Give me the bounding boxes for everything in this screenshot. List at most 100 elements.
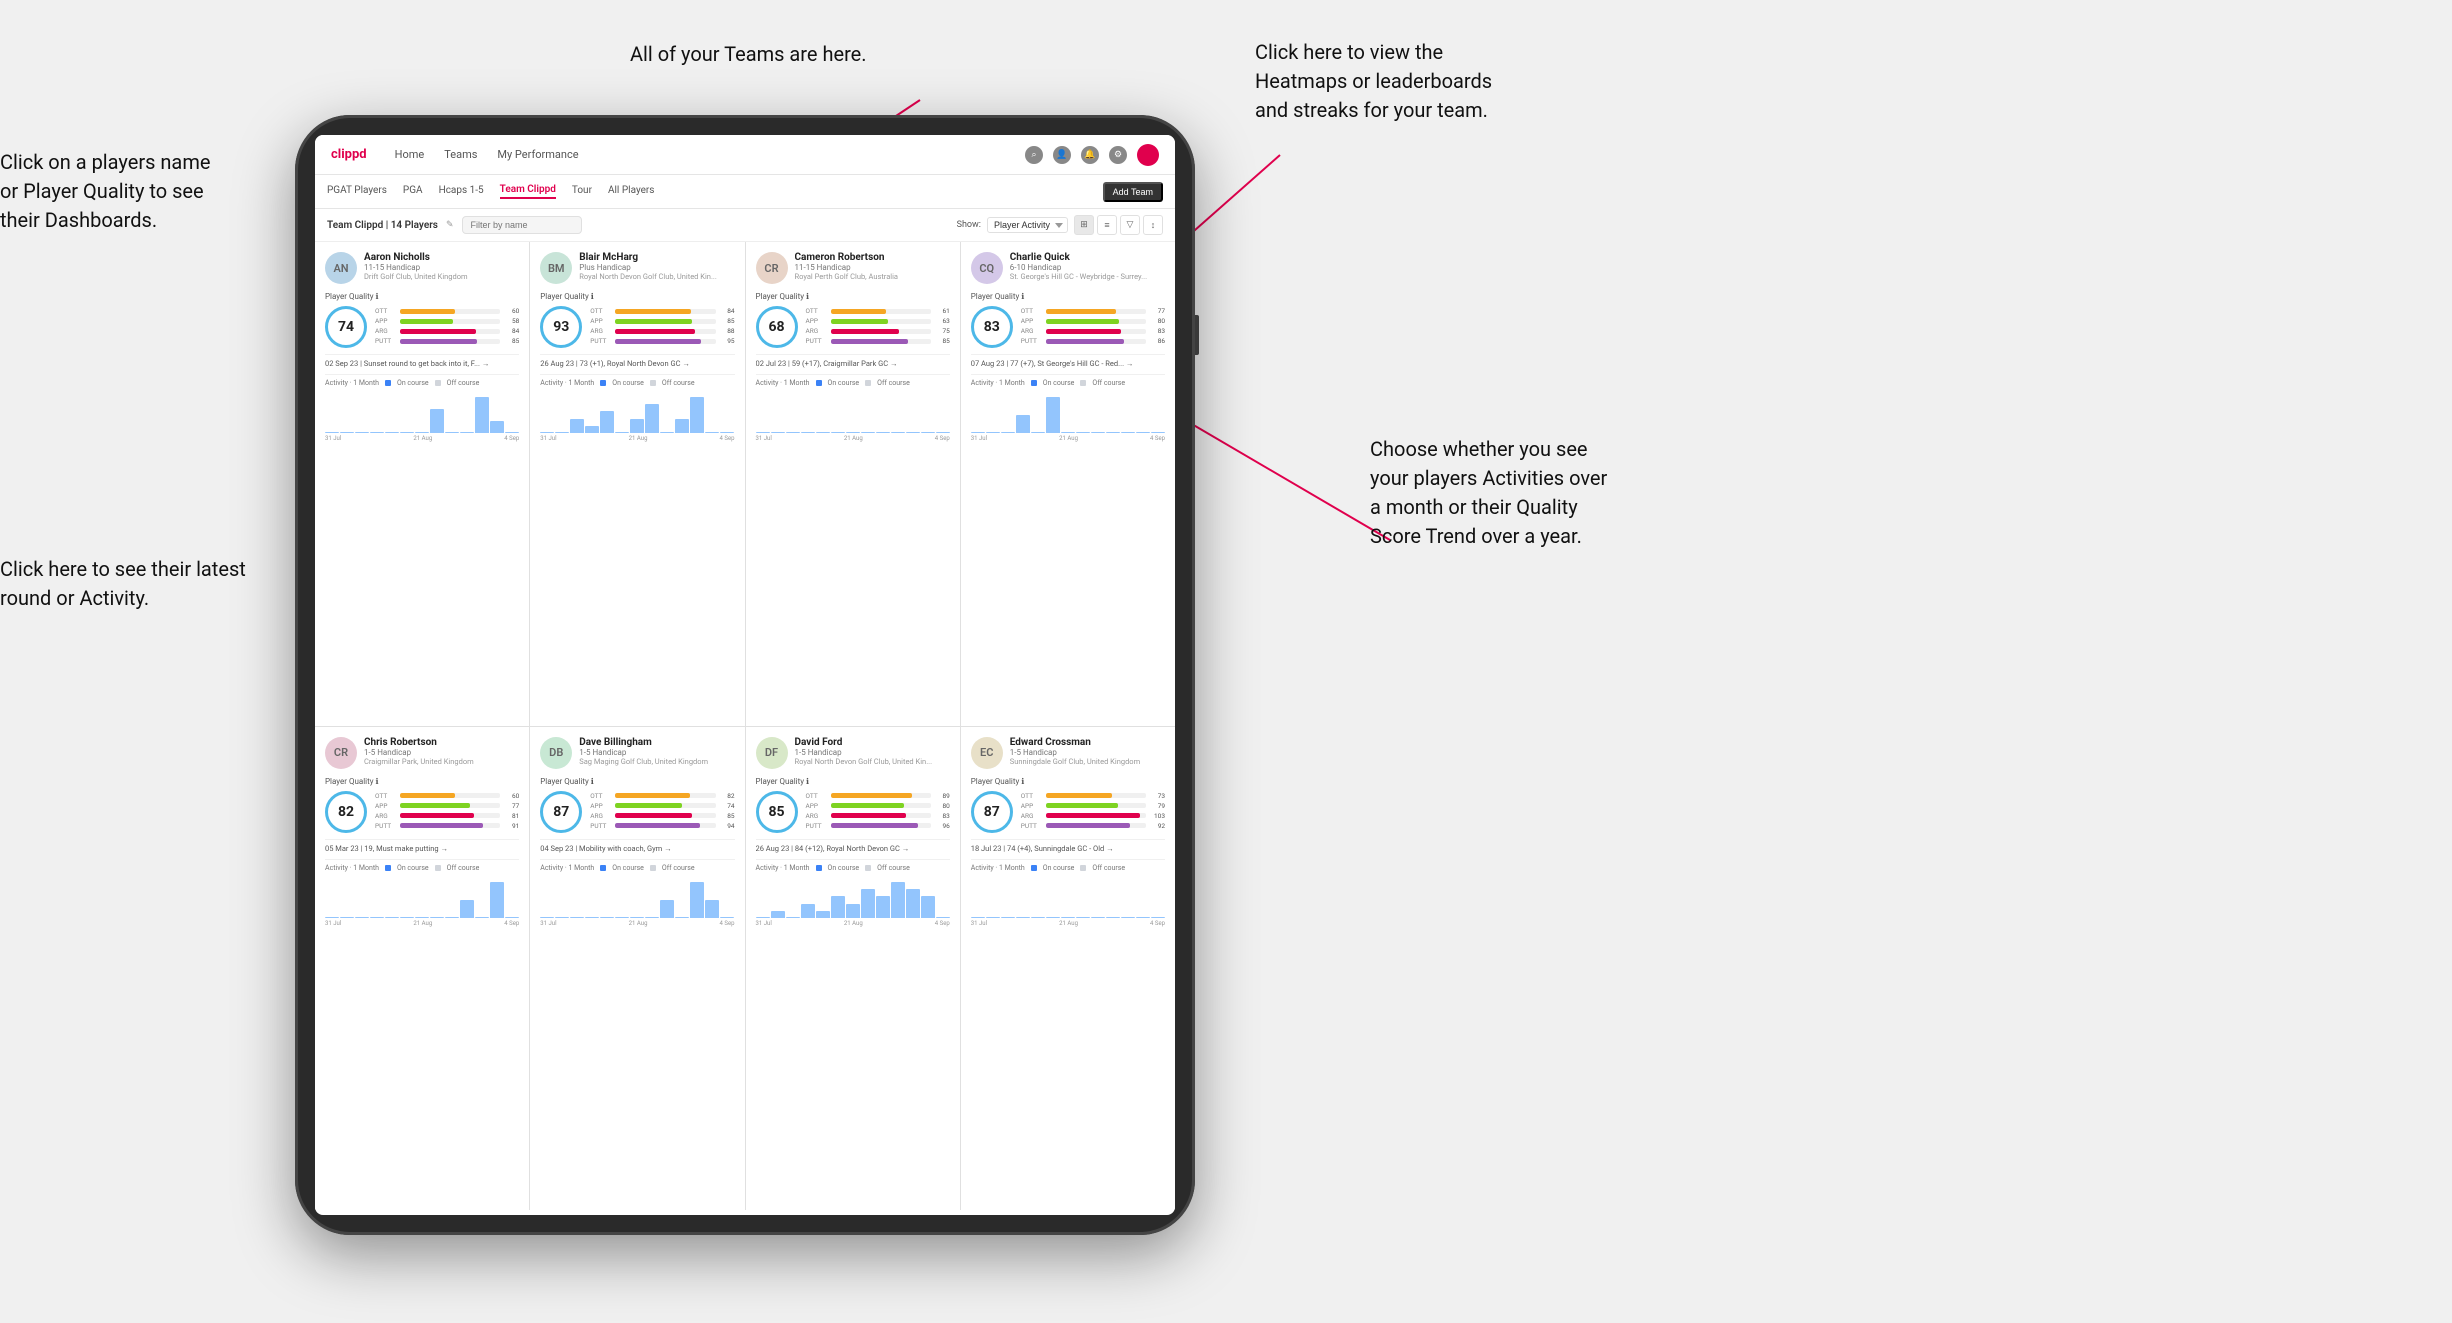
bar-track-ott xyxy=(400,309,500,314)
quality-label[interactable]: Player Quality ℹ xyxy=(756,777,950,786)
mini-chart xyxy=(756,391,950,433)
sort-icon[interactable]: ↕ xyxy=(1143,215,1163,235)
bar-fill-app xyxy=(831,803,904,808)
player-name[interactable]: David Ford xyxy=(795,737,950,748)
sub-nav-all-players[interactable]: All Players xyxy=(608,185,655,198)
activity-header: Activity · 1 Month On course Off course xyxy=(540,864,734,872)
quality-score[interactable]: 87 xyxy=(540,791,582,833)
player-info: David Ford 1-5 Handicap Royal North Devo… xyxy=(795,737,950,766)
sub-nav-tour[interactable]: Tour xyxy=(572,185,592,198)
bar-track-ott xyxy=(615,793,715,798)
chart-x-labels: 31 Jul21 Aug4 Sep xyxy=(756,435,950,442)
player-name[interactable]: Blair McHarg xyxy=(579,252,734,263)
player-name[interactable]: Edward Crossman xyxy=(1010,737,1165,748)
chart-bar xyxy=(801,432,815,433)
quality-label[interactable]: Player Quality ℹ xyxy=(325,292,519,301)
player-name[interactable]: Aaron Nicholls xyxy=(364,252,519,263)
latest-round[interactable]: 18 Jul 23 | 74 (+4), Sunningdale GC - Ol… xyxy=(971,839,1165,853)
user-avatar[interactable] xyxy=(1137,144,1159,166)
quality-bars: OTT 61 APP 63 xyxy=(806,307,950,347)
latest-round[interactable]: 04 Sep 23 | Mobility with coach, Gym → xyxy=(540,839,734,853)
player-header[interactable]: AN Aaron Nicholls 11-15 Handicap Drift G… xyxy=(325,252,519,284)
bar-row-ott: OTT 82 xyxy=(590,792,734,800)
player-header[interactable]: CQ Charlie Quick 6-10 Handicap St. Georg… xyxy=(971,252,1165,284)
sub-nav-hcaps[interactable]: Hcaps 1-5 xyxy=(439,185,484,198)
activity-section: Activity · 1 Month On course Off course … xyxy=(540,859,734,927)
chart-bar xyxy=(771,911,785,918)
player-name[interactable]: Dave Billingham xyxy=(579,737,734,748)
quality-score[interactable]: 68 xyxy=(756,306,798,348)
nav-my-performance[interactable]: My Performance xyxy=(497,148,578,161)
latest-round[interactable]: 26 Aug 23 | 73 (+1), Royal North Devon G… xyxy=(540,354,734,368)
show-select[interactable]: Player Activity Quality Trend xyxy=(987,217,1068,233)
nav-home[interactable]: Home xyxy=(395,148,425,161)
grid-view-icon[interactable]: ⊞ xyxy=(1074,215,1094,235)
quality-label[interactable]: Player Quality ℹ xyxy=(971,292,1165,301)
bell-icon[interactable]: 🔔 xyxy=(1081,146,1099,164)
bar-fill-ott xyxy=(400,309,455,314)
player-header[interactable]: CR Chris Robertson 1-5 Handicap Craigmil… xyxy=(325,737,519,769)
quality-score[interactable]: 87 xyxy=(971,791,1013,833)
latest-round[interactable]: 02 Sep 23 | Sunset round to get back int… xyxy=(325,354,519,368)
bar-row-putt: PUTT 92 xyxy=(1021,822,1165,830)
list-view-icon[interactable]: ≡ xyxy=(1097,215,1117,235)
player-header[interactable]: EC Edward Crossman 1-5 Handicap Sunningd… xyxy=(971,737,1165,769)
chart-bar xyxy=(385,917,399,918)
add-team-button[interactable]: Add Team xyxy=(1103,182,1163,202)
edit-icon[interactable]: ✎ xyxy=(446,220,454,230)
latest-round[interactable]: 07 Aug 23 | 77 (+7), St George's Hill GC… xyxy=(971,354,1165,368)
sub-nav-pga[interactable]: PGA xyxy=(403,185,423,198)
player-header[interactable]: BM Blair McHarg Plus Handicap Royal Nort… xyxy=(540,252,734,284)
sub-nav-pgat[interactable]: PGAT Players xyxy=(327,185,387,198)
latest-round[interactable]: 26 Aug 23 | 84 (+12), Royal North Devon … xyxy=(756,839,950,853)
bar-track-ott xyxy=(615,309,715,314)
player-info: Chris Robertson 1-5 Handicap Craigmillar… xyxy=(364,737,519,766)
latest-round[interactable]: 05 Mar 23 | 19, Must make putting → xyxy=(325,839,519,853)
player-name[interactable]: Chris Robertson xyxy=(364,737,519,748)
chart-bar xyxy=(705,900,719,918)
quality-label[interactable]: Player Quality ℹ xyxy=(971,777,1165,786)
latest-round-text: 26 Aug 23 | 84 (+12), Royal North Devon … xyxy=(756,844,950,853)
quality-label[interactable]: Player Quality ℹ xyxy=(325,777,519,786)
bar-track-app xyxy=(1046,319,1146,324)
quality-score[interactable]: 83 xyxy=(971,306,1013,348)
sub-nav-team-clippd[interactable]: Team Clippd xyxy=(500,184,556,199)
quality-label[interactable]: Player Quality ℹ xyxy=(540,777,734,786)
bar-row-arg: ARG 88 xyxy=(590,327,734,335)
player-header[interactable]: DF David Ford 1-5 Handicap Royal North D… xyxy=(756,737,950,769)
chart-x-labels: 31 Jul21 Aug4 Sep xyxy=(971,920,1165,927)
settings-icon[interactable]: ⚙ xyxy=(1109,146,1127,164)
search-input[interactable] xyxy=(462,216,582,234)
bar-fill-app xyxy=(400,319,453,324)
quality-score[interactable]: 82 xyxy=(325,791,367,833)
nav-teams[interactable]: Teams xyxy=(444,148,477,161)
player-header[interactable]: CR Cameron Robertson 11-15 Handicap Roya… xyxy=(756,252,950,284)
chart-bar xyxy=(585,426,599,433)
bar-track-putt xyxy=(831,823,931,828)
quality-label[interactable]: Player Quality ℹ xyxy=(540,292,734,301)
quality-label[interactable]: Player Quality ℹ xyxy=(756,292,950,301)
chart-bar xyxy=(876,432,890,433)
filter-icon[interactable]: ▽ xyxy=(1120,215,1140,235)
quality-score[interactable]: 74 xyxy=(325,306,367,348)
profile-icon[interactable]: 👤 xyxy=(1053,146,1071,164)
bar-row-ott: OTT 77 xyxy=(1021,307,1165,315)
bar-fill-putt xyxy=(615,823,700,828)
player-name[interactable]: Charlie Quick xyxy=(1010,252,1165,263)
bar-value-ott: 60 xyxy=(503,307,519,315)
bar-label-app: APP xyxy=(1021,317,1043,325)
bar-fill-app xyxy=(615,319,692,324)
chart-bar xyxy=(891,432,905,433)
player-header[interactable]: DB Dave Billingham 1-5 Handicap Sag Magi… xyxy=(540,737,734,769)
chart-bar xyxy=(906,432,920,433)
search-icon[interactable]: ⌕ xyxy=(1025,146,1043,164)
quality-score[interactable]: 85 xyxy=(756,791,798,833)
player-club: Drift Golf Club, United Kingdom xyxy=(364,272,519,281)
latest-round[interactable]: 02 Jul 23 | 59 (+17), Craigmillar Park G… xyxy=(756,354,950,368)
bar-track-app xyxy=(400,803,500,808)
quality-score[interactable]: 93 xyxy=(540,306,582,348)
bar-fill-putt xyxy=(1046,339,1124,344)
chart-bar xyxy=(585,917,599,918)
bar-fill-ott xyxy=(400,793,455,798)
player-name[interactable]: Cameron Robertson xyxy=(795,252,950,263)
